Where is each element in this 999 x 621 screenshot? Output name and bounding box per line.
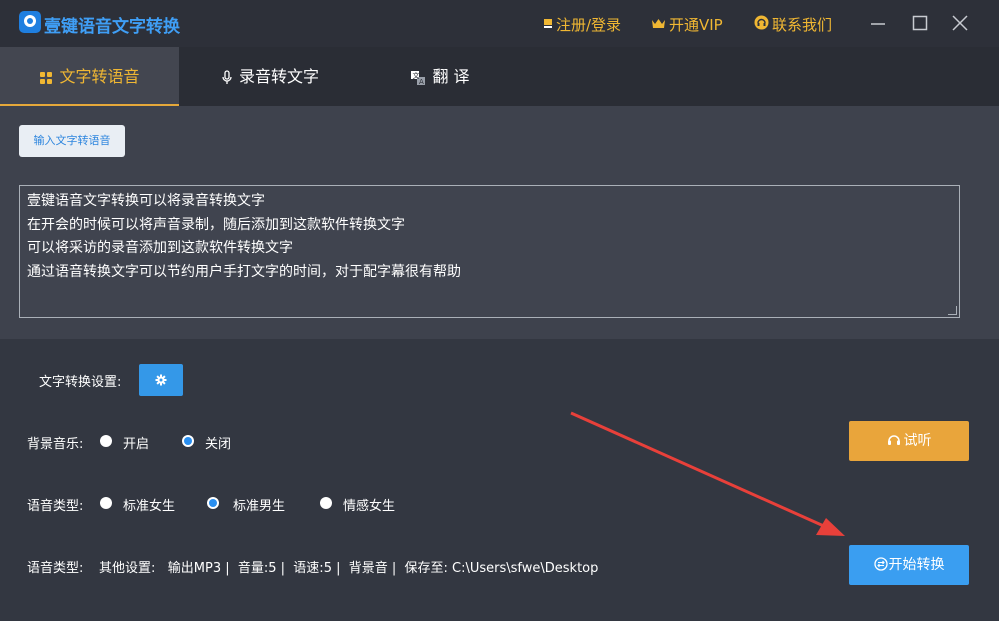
vip-label: 开通VIP — [669, 16, 723, 34]
user-icon — [544, 19, 552, 28]
bg-music-off-label[interactable]: 关闭 — [205, 433, 231, 452]
summary-text: 其他设置: 输出MP3 | 音量:5 | 语速:5 | 背景音 | 保存至: C… — [99, 561, 599, 576]
resize-grip-icon[interactable] — [948, 306, 957, 315]
tab-label: 录音转文字 — [238, 67, 319, 86]
audition-label: 试听 — [903, 433, 932, 449]
text-line: 通过语音转换文字可以节约用户手打文字的时间，对于配字幕很有帮助 — [27, 264, 461, 280]
microphone-icon — [222, 69, 232, 84]
text-input-area[interactable]: 壹键语音文字转换可以将录音转换文字 在开会的时候可以将声音录制，随后添加到这款软… — [19, 185, 960, 318]
tab-label: 文字转语音 — [59, 67, 140, 86]
input-text-button[interactable]: 输入文字转语音 — [19, 125, 125, 157]
conversion-settings-label: 文字转换设置: — [39, 375, 122, 390]
minimize-button[interactable] — [867, 12, 889, 34]
contact-label: 联系我们 — [772, 16, 833, 34]
text-to-speech-icon — [40, 71, 53, 84]
text-line: 可以将采访的录音添加到这款软件转换文字 — [27, 240, 293, 256]
tab-audio-to-text[interactable]: 录音转文字 — [205, 47, 335, 106]
maximize-button[interactable] — [909, 12, 931, 34]
voice-male-label[interactable]: 标准男生 — [233, 495, 285, 514]
tab-text-to-speech[interactable]: 文字转语音 — [0, 47, 179, 106]
voice-emotional-label[interactable]: 情感女生 — [343, 495, 395, 514]
gear-icon — [155, 374, 167, 386]
contact-link[interactable]: 联系我们 — [754, 14, 832, 35]
bg-music-label: 背景音乐: — [27, 437, 84, 452]
settings-button[interactable] — [139, 364, 183, 396]
bg-music-off-radio[interactable] — [182, 435, 194, 447]
svg-text:A: A — [419, 78, 424, 86]
headphones-icon — [887, 435, 900, 445]
start-convert-button[interactable]: 开始转换 — [849, 545, 969, 585]
title-bar: 壹键语音文字转换 注册/登录 开通VIP 联系我们 — [0, 0, 999, 47]
vip-link[interactable]: 开通VIP — [651, 14, 723, 35]
text-line: 在开会的时候可以将声音录制，随后添加到这款软件转换文字 — [27, 217, 405, 233]
login-link[interactable]: 注册/登录 — [543, 14, 621, 35]
voice-female-radio[interactable] — [100, 497, 112, 509]
app-logo-icon — [19, 11, 41, 33]
bg-music-on-radio[interactable] — [100, 435, 112, 447]
crown-icon — [652, 19, 665, 28]
text-line: 壹键语音文字转换可以将录音转换文字 — [27, 193, 265, 209]
tab-bar: 文字转语音 录音转文字 文A 翻 译 — [0, 47, 999, 107]
voice-female-label[interactable]: 标准女生 — [123, 495, 175, 514]
tab-translate[interactable]: 文A 翻 译 — [385, 47, 495, 106]
login-label: 注册/登录 — [556, 16, 622, 34]
tab-label: 翻 译 — [432, 67, 470, 86]
voice-male-radio[interactable] — [207, 497, 219, 509]
convert-icon — [873, 557, 888, 571]
headset-icon — [754, 15, 769, 30]
audition-button[interactable]: 试听 — [849, 421, 969, 461]
close-button[interactable] — [949, 12, 971, 34]
voice-emotional-radio[interactable] — [320, 497, 332, 509]
app-title: 壹键语音文字转换 — [44, 17, 180, 37]
bg-music-on-label[interactable]: 开启 — [123, 433, 149, 452]
summary-label: 语音类型: — [27, 561, 84, 576]
voice-type-label: 语音类型: — [27, 499, 84, 514]
translate-icon: 文A — [411, 70, 426, 86]
start-convert-label: 开始转换 — [888, 557, 945, 573]
